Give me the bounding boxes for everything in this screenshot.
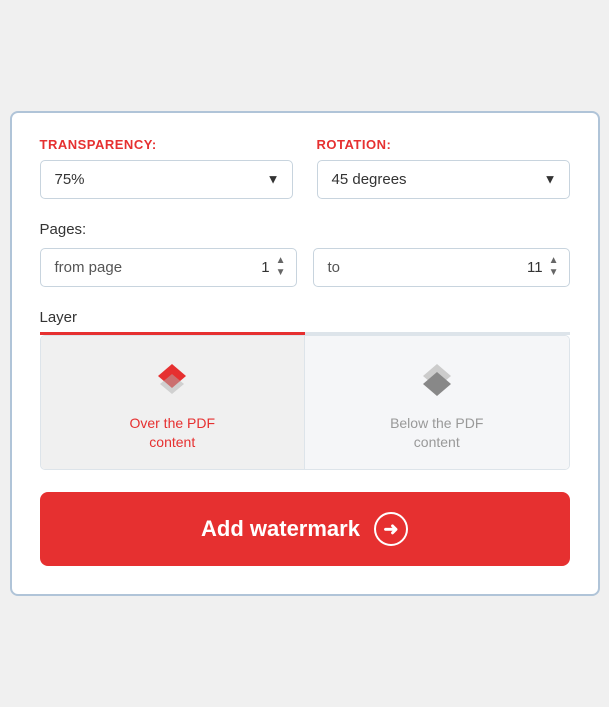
from-page-up-button[interactable]: ▲ [274,255,288,267]
layer-label: Layer [40,309,570,326]
rotation-value: 45 degrees [332,171,407,188]
layer-below-button[interactable]: Below the PDFcontent [305,336,569,470]
rotation-chevron-icon: ▼ [544,172,557,187]
rotation-select[interactable]: 45 degrees ▼ [317,160,570,199]
from-page-field: from page 1 ▲ ▼ [40,248,297,287]
transparency-value: 75% [55,171,85,188]
from-page-spinner: 1 ▲ ▼ [250,255,296,279]
from-page-down-button[interactable]: ▼ [274,267,288,279]
below-pdf-icon [415,358,459,402]
rotation-label: ROTATION: [317,137,570,152]
add-watermark-arrow-icon: ➜ [374,512,408,546]
layer-over-button[interactable]: Over the PDFcontent [41,336,306,470]
transparency-chevron-icon: ▼ [267,172,280,187]
to-page-down-button[interactable]: ▼ [547,267,561,279]
add-watermark-button[interactable]: Add watermark ➜ [40,492,570,566]
layer-options: Over the PDFcontent Below the PDFcontent [40,335,570,471]
pages-label: Pages: [40,221,570,238]
over-pdf-label: Over the PDFcontent [129,414,215,452]
to-page-label: to [314,249,351,286]
transparency-group: TRANSPARENCY: 75% ▼ [40,137,293,199]
rotation-group: ROTATION: 45 degrees ▼ [317,137,570,199]
add-watermark-label: Add watermark [201,516,360,542]
to-page-value: 11 [523,259,543,276]
to-page-spinner: 11 ▲ ▼ [523,255,569,279]
to-page-field: to 11 ▲ ▼ [313,248,570,287]
over-pdf-icon [150,358,194,402]
transparency-select[interactable]: 75% ▼ [40,160,293,199]
to-page-spinner-buttons: ▲ ▼ [547,255,561,279]
pages-row: from page 1 ▲ ▼ to 11 ▲ ▼ [40,248,570,287]
from-page-spinner-buttons: ▲ ▼ [274,255,288,279]
from-page-value: 1 [250,259,270,276]
below-pdf-label: Below the PDFcontent [390,414,483,452]
from-page-label: from page [41,249,133,286]
to-page-up-button[interactable]: ▲ [547,255,561,267]
transparency-label: TRANSPARENCY: [40,137,293,152]
top-row: TRANSPARENCY: 75% ▼ ROTATION: 45 degrees… [40,137,570,199]
watermark-settings-card: TRANSPARENCY: 75% ▼ ROTATION: 45 degrees… [10,111,600,597]
